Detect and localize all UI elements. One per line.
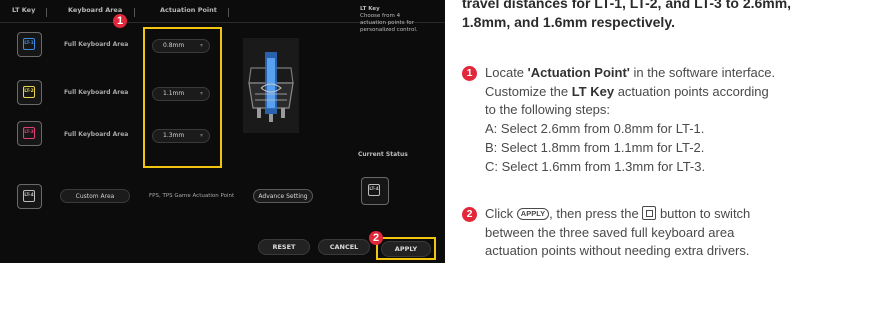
lt1-key-cap: LT-1	[23, 38, 35, 50]
current-status-label: Current Status	[358, 151, 408, 158]
lead-line-2: 1.8mm, and 1.6mm respectively.	[462, 13, 675, 30]
instructions-panel: travel distances for LT-1, LT-2, and LT-…	[462, 0, 889, 330]
callout-badge-1: 1	[113, 14, 127, 28]
lead-text: travel distances for LT-1, LT-2, and LT-…	[462, 0, 886, 31]
step-1-bold-ltkey: LT Key	[571, 83, 615, 99]
lt2-area-label: Full Keyboard Area	[64, 89, 129, 96]
step-1-bold-actuation: 'Actuation Point'	[527, 65, 630, 80]
step-2-text: Click	[485, 206, 517, 221]
side-info-body: Choose from 4 actuation points for perso…	[360, 13, 418, 33]
apply-button-icon: APPLY	[516, 208, 550, 220]
step-2-text: actuation points without needing extra d…	[485, 243, 750, 259]
step-2: 2 Click APPLY, then press the button to …	[462, 205, 882, 261]
side-info-title: LT Key	[360, 6, 380, 12]
keyboard-key-icon	[642, 206, 657, 220]
header-separator	[134, 8, 135, 17]
step-1-text: Locate	[485, 65, 528, 80]
advance-setting-button[interactable]: Advance Setting	[253, 189, 313, 203]
lt2-key[interactable]: LT-2	[17, 80, 42, 105]
lt1-key[interactable]: LT-1	[17, 32, 42, 57]
switch-illustration	[243, 38, 299, 133]
header-separator	[228, 8, 229, 17]
step-1-substep-c: C: Select 1.6mm from 1.3mm for LT-3.	[485, 158, 706, 174]
side-info: LT Key Choose from 4 actuation points fo…	[360, 6, 422, 34]
cancel-button[interactable]: CANCEL	[318, 239, 370, 255]
callout-badge-2: 2	[369, 231, 383, 245]
reset-button[interactable]: RESET	[258, 239, 310, 255]
apply-highlight-box	[376, 237, 436, 260]
software-screenshot: LT Key Keyboard Area Actuation Point LT …	[0, 0, 445, 263]
step-1-number: 1	[462, 66, 477, 81]
step-2-text: button to switch	[656, 206, 751, 221]
lt3-key[interactable]: LT-3	[17, 121, 42, 146]
step-1-text: actuation points according	[614, 83, 769, 99]
step-2-text: between the three saved full keyboard ar…	[485, 224, 735, 240]
lt3-key-cap: LT-3	[23, 127, 35, 139]
header-lt-key: LT Key	[12, 6, 36, 14]
step-2-number: 2	[462, 207, 477, 222]
step-1-text: Customize the	[485, 83, 572, 99]
header-separator	[46, 8, 47, 17]
step-2-text: , then press the	[549, 206, 643, 221]
step-1-substep-a: A: Select 2.6mm from 0.8mm for LT-1.	[485, 121, 705, 137]
step-1-substep-b: B: Select 1.8mm from 1.1mm for LT-2.	[485, 139, 705, 155]
lt4-key-cap: LT-4	[23, 190, 35, 202]
lt4-key[interactable]: LT-4	[17, 184, 42, 209]
custom-area-button[interactable]: Custom Area	[60, 189, 130, 203]
step-1-text: to the following steps:	[485, 102, 611, 118]
keyboard-switch-icon	[243, 38, 299, 133]
lt2-key-cap: LT-2	[23, 86, 35, 98]
lead-line-1: travel distances for LT-1, LT-2, and LT-…	[462, 0, 792, 11]
current-status-key: LT-4	[361, 177, 389, 205]
step-1-text: in the software interface.	[629, 65, 776, 80]
current-status-key-cap: LT-4	[368, 184, 380, 196]
header-actuation-point: Actuation Point	[160, 6, 217, 14]
custom-info-text: FPS, TPS Game Actuation Point	[149, 193, 235, 199]
lt3-area-label: Full Keyboard Area	[64, 131, 129, 138]
lt1-area-label: Full Keyboard Area	[64, 41, 129, 48]
actuation-highlight-box	[143, 27, 222, 168]
step-1: 1 Locate 'Actuation Point' in the softwa…	[462, 64, 882, 176]
